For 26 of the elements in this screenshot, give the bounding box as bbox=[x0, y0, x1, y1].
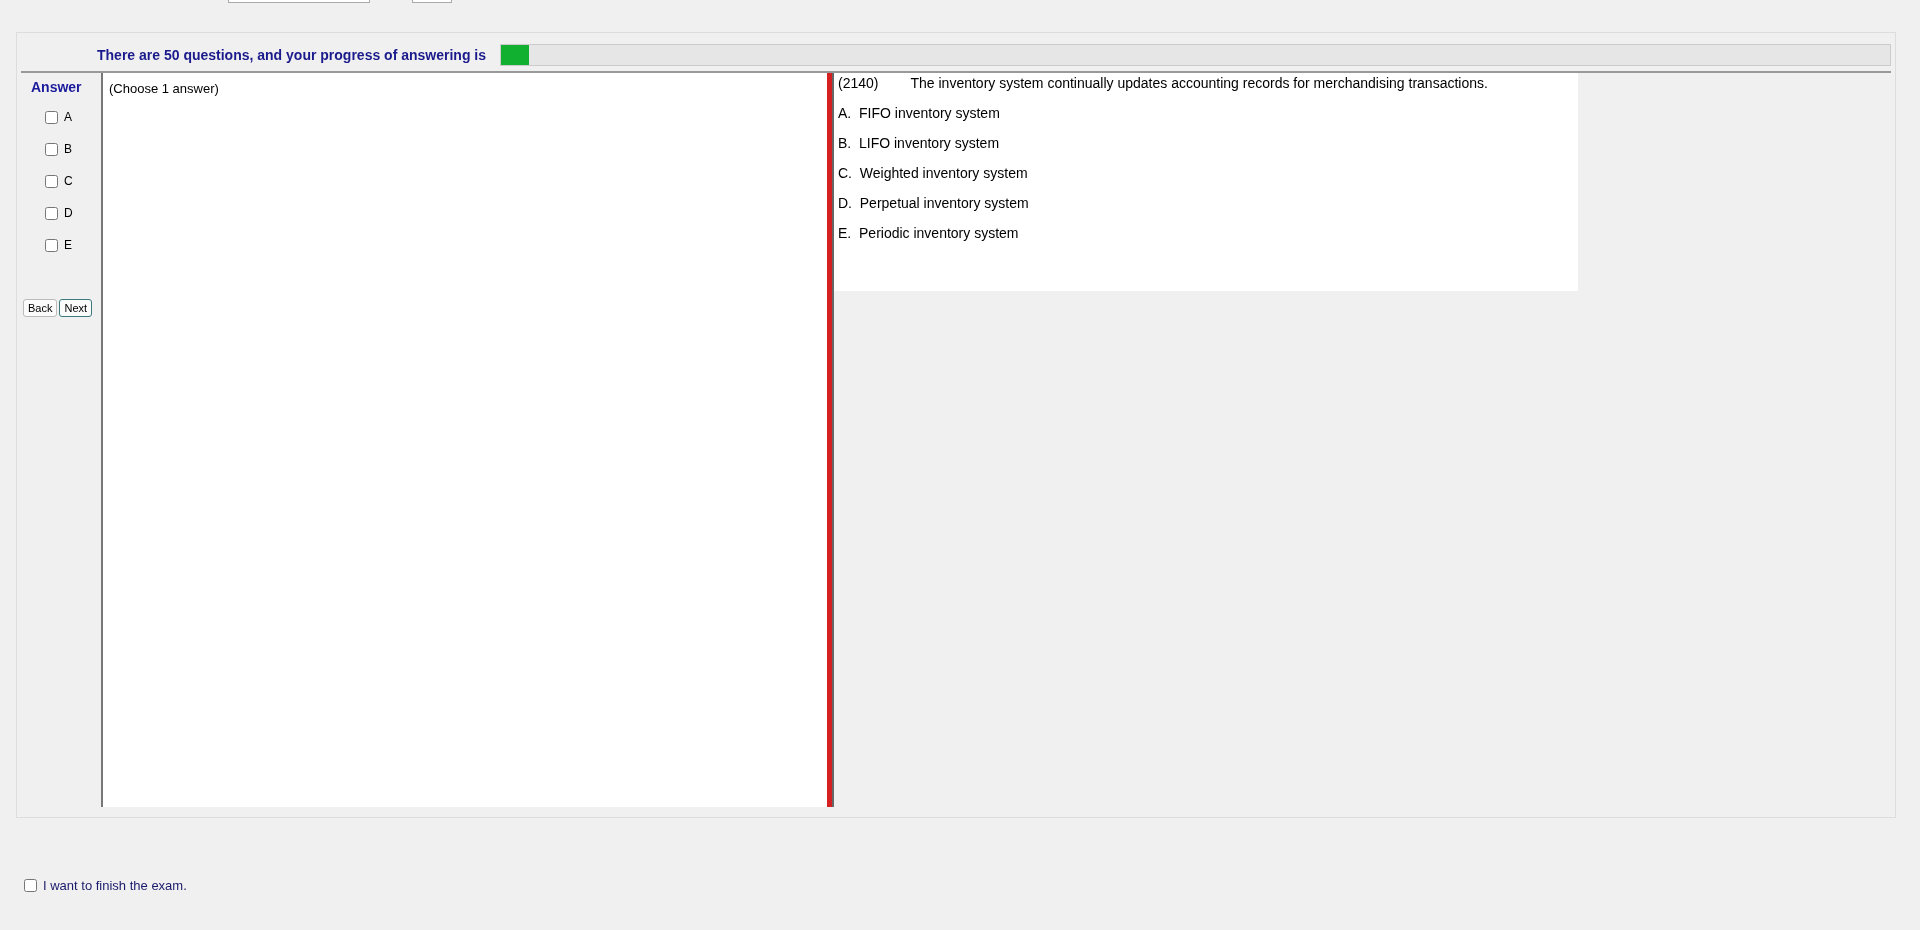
choice-text: D. Perpetual inventory system bbox=[838, 195, 1030, 211]
answer-heading: Answer bbox=[31, 79, 83, 95]
nav-button[interactable]: Back bbox=[23, 299, 58, 317]
choice-text: A. FIFO inventory system bbox=[838, 105, 1001, 121]
progress-label: There are 50 questions, and your progress of answering is bbox=[97, 47, 486, 63]
choice-text: C. Weighted inventory system bbox=[838, 165, 1029, 181]
answer-checkbox[interactable] bbox=[45, 238, 58, 252]
option-label: C bbox=[64, 174, 73, 188]
finish-checkbox[interactable] bbox=[24, 879, 37, 892]
finish-label: I want to finish the exam. bbox=[43, 878, 187, 893]
answer-checkbox[interactable] bbox=[45, 206, 58, 220]
choice-text: B. LIFO inventory system bbox=[838, 135, 1001, 151]
text-field[interactable] bbox=[228, 0, 370, 3]
choice-text: E. Periodic inventory system bbox=[838, 225, 1020, 241]
option-label: B bbox=[64, 142, 72, 156]
question-number: (2140) bbox=[838, 75, 879, 91]
option-label: A bbox=[64, 110, 72, 124]
answer-checkbox[interactable] bbox=[45, 110, 58, 124]
answer-checkbox[interactable] bbox=[45, 142, 58, 156]
answer-checkbox[interactable] bbox=[45, 174, 58, 188]
answer-hint: (Choose 1 answer) bbox=[109, 81, 219, 96]
option-label: D bbox=[64, 206, 73, 220]
question-text: The inventory system continually updates accounting records for merchandising transactions. bbox=[910, 75, 1488, 91]
nav-button[interactable]: Next bbox=[59, 299, 93, 317]
number-field[interactable] bbox=[412, 0, 452, 3]
option-label: E bbox=[64, 238, 72, 252]
